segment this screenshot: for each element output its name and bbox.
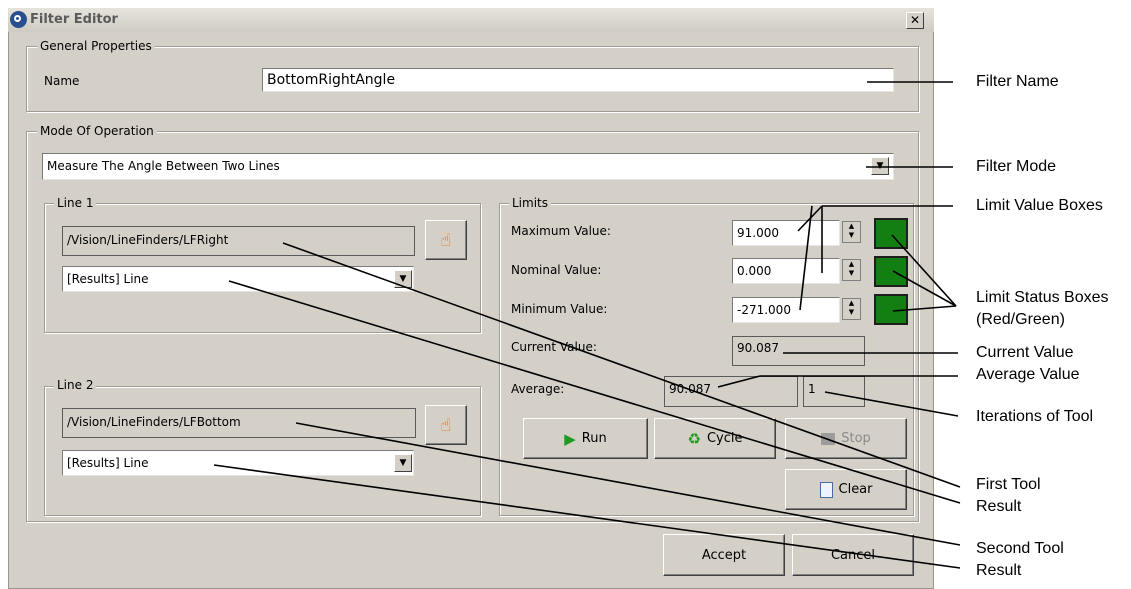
annotation-second-tool-line1: Second Tool: [976, 540, 1064, 557]
annotation-limit-status-line2: (Red/Green): [976, 311, 1065, 328]
annotation-second-tool-line2: Result: [976, 562, 1022, 579]
annotation-first-tool-line1: First Tool: [976, 476, 1041, 493]
annotation-filter-mode: Filter Mode: [976, 158, 1057, 175]
annotation-average-value: Average Value: [976, 366, 1080, 383]
annotation-iterations: Iterations of Tool: [976, 408, 1094, 425]
annotation-current-value: Current Value: [976, 344, 1074, 361]
annotation-first-tool-line2: Result: [976, 498, 1022, 515]
annotation-callout-lines: [213, 81, 961, 569]
annotation-filter-name: Filter Name: [976, 73, 1059, 90]
annotation-limit-value-boxes: Limit Value Boxes: [976, 197, 1103, 214]
annotation-limit-status-line1: Limit Status Boxes: [976, 289, 1109, 306]
